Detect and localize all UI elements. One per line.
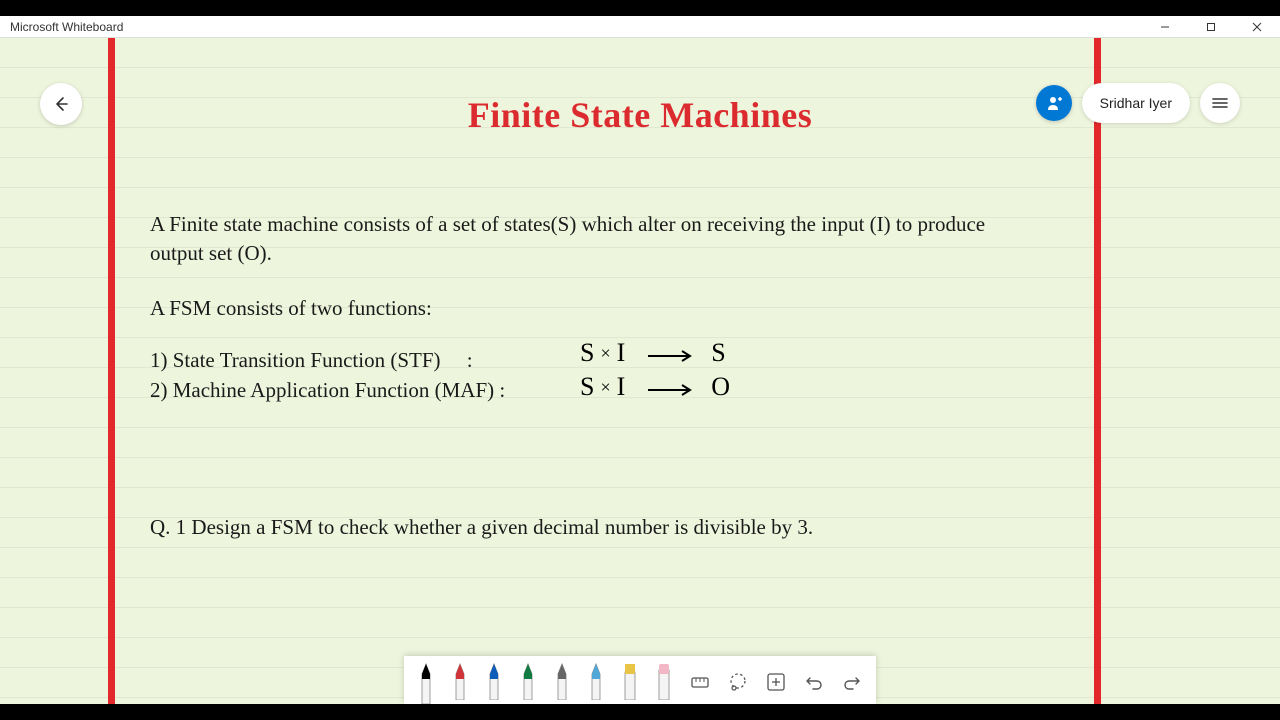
paragraph-definition: A Finite state machine consists of a set… (150, 210, 1010, 269)
list-item-maf: 2) Machine Application Function (MAF) : (150, 376, 505, 405)
formula-stf: S×I S (580, 338, 729, 370)
pen-blue[interactable] (480, 660, 508, 700)
minimize-button[interactable] (1142, 16, 1188, 38)
whiteboard-canvas[interactable]: Sridhar Iyer Finite State Machines A Fin… (0, 38, 1280, 704)
times-symbol: × (597, 343, 616, 363)
ruler-tool[interactable] (684, 664, 716, 700)
board-heading: Finite State Machines (0, 94, 1280, 136)
formula-maf: S×I O (580, 372, 733, 404)
pen-lightblue[interactable] (582, 660, 610, 700)
margin-line-right (1094, 38, 1101, 704)
letterbox-top (0, 0, 1280, 16)
app-title: Microsoft Whiteboard (10, 20, 123, 34)
letterbox-bottom (0, 704, 1280, 720)
pen-green[interactable] (514, 660, 542, 700)
window-controls (1142, 16, 1280, 38)
arrow-right-icon (646, 374, 694, 404)
titlebar: Microsoft Whiteboard (0, 16, 1280, 38)
arrow-right-icon (646, 340, 694, 370)
formula-symbol: O (711, 372, 733, 401)
pen-red[interactable] (446, 660, 474, 700)
formula-symbol: S (580, 338, 597, 367)
list-item-stf: 1) State Transition Function (STF) : (150, 346, 473, 375)
lasso-tool[interactable] (722, 664, 754, 700)
question-text: Q. 1 Design a FSM to check whether a giv… (150, 513, 1050, 542)
undo-button[interactable] (798, 664, 830, 700)
close-button[interactable] (1234, 16, 1280, 38)
pen-gray[interactable] (548, 660, 576, 700)
margin-line-left (108, 38, 115, 704)
pen-toolbar (404, 656, 876, 704)
add-tool[interactable] (760, 664, 792, 700)
formula-symbol: S (711, 338, 728, 367)
formula-symbol: S (580, 372, 597, 401)
redo-button[interactable] (836, 664, 868, 700)
formula-symbol: I (617, 338, 629, 367)
maximize-button[interactable] (1188, 16, 1234, 38)
pen-black[interactable] (412, 660, 440, 700)
highlighter-yellow[interactable] (616, 660, 644, 700)
formula-symbol: I (617, 372, 629, 401)
paragraph-functions-intro: A FSM consists of two functions: (150, 294, 432, 323)
times-symbol: × (597, 377, 616, 397)
eraser-tool[interactable] (650, 660, 678, 700)
